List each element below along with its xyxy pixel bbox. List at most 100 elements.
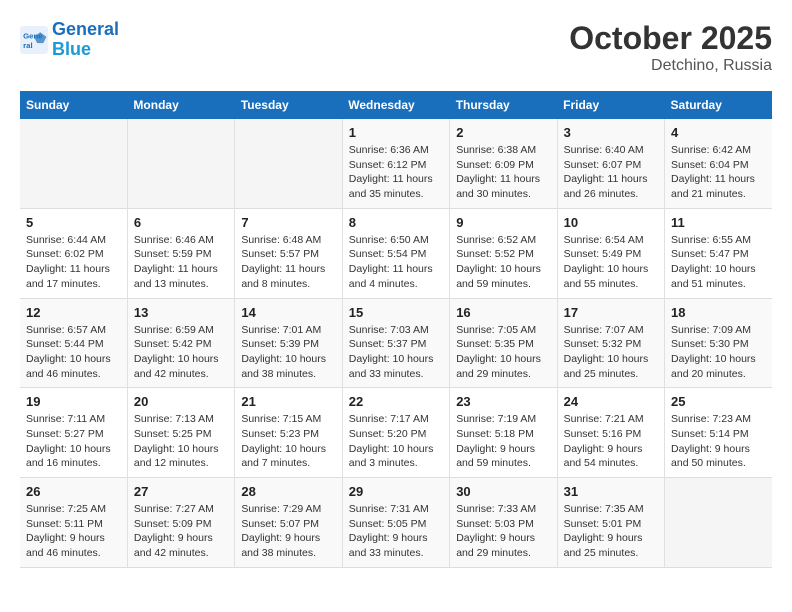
header-saturday: Saturday: [665, 91, 772, 119]
header-tuesday: Tuesday: [235, 91, 342, 119]
page-header: Gene ral General Blue October 2025 Detch…: [20, 20, 772, 75]
calendar-day-cell: 18 Sunrise: 7:09 AMSunset: 5:30 PMDayligh…: [665, 298, 772, 388]
logo: Gene ral General Blue: [20, 20, 119, 60]
day-info: Sunrise: 6:55 AMSunset: 5:47 PMDaylight:…: [671, 233, 766, 292]
day-number: 30: [456, 484, 550, 499]
calendar-day-cell: 31 Sunrise: 7:35 AMSunset: 5:01 PMDayligh…: [557, 478, 664, 568]
header-wednesday: Wednesday: [342, 91, 449, 119]
day-number: 12: [26, 305, 121, 320]
day-info: Sunrise: 7:23 AMSunset: 5:14 PMDaylight:…: [671, 412, 766, 471]
calendar-week-row: 26Sunrise: 7:25 AMSunset: 5:11 PMDayligh…: [20, 478, 772, 568]
calendar-day-cell: 28 Sunrise: 7:29 AMSunset: 5:07 PMDayligh…: [235, 478, 342, 568]
calendar-day-cell: 21 Sunrise: 7:15 AMSunset: 5:23 PMDayligh…: [235, 388, 342, 478]
calendar-header: Sunday Monday Tuesday Wednesday Thursday…: [20, 91, 772, 119]
day-number: 20: [134, 394, 228, 409]
day-info: Sunrise: 7:03 AMSunset: 5:37 PMDaylight:…: [349, 323, 443, 382]
day-number: 15: [349, 305, 443, 320]
calendar-day-cell: 1Sunrise: 6:36 AMSunset: 6:12 PMDaylight…: [342, 119, 449, 208]
calendar-table: Sunday Monday Tuesday Wednesday Thursday…: [20, 91, 772, 568]
day-number: 7: [241, 215, 335, 230]
day-number: 16: [456, 305, 550, 320]
calendar-day-cell: 25 Sunrise: 7:23 AMSunset: 5:14 PMDayligh…: [665, 388, 772, 478]
day-info: Sunrise: 6:48 AMSunset: 5:57 PMDaylight:…: [241, 233, 335, 292]
day-number: 9: [456, 215, 550, 230]
svg-text:ral: ral: [23, 41, 33, 50]
header-sunday: Sunday: [20, 91, 127, 119]
day-number: 18: [671, 305, 766, 320]
day-number: 6: [134, 215, 228, 230]
day-number: 29: [349, 484, 443, 499]
day-info: Sunrise: 6:36 AMSunset: 6:12 PMDaylight:…: [349, 143, 443, 202]
day-number: 13: [134, 305, 228, 320]
calendar-day-cell: 22 Sunrise: 7:17 AMSunset: 5:20 PMDayligh…: [342, 388, 449, 478]
day-number: 26: [26, 484, 121, 499]
day-info: Sunrise: 7:01 AMSunset: 5:39 PMDaylight:…: [241, 323, 335, 382]
day-number: 10: [564, 215, 658, 230]
day-info: Sunrise: 7:19 AMSunset: 5:18 PMDaylight:…: [456, 412, 550, 471]
calendar-day-cell: [665, 478, 772, 568]
day-info: Sunrise: 7:07 AMSunset: 5:32 PMDaylight:…: [564, 323, 658, 382]
day-info: Sunrise: 6:44 AMSunset: 6:02 PMDaylight:…: [26, 233, 121, 292]
calendar-day-cell: 9 Sunrise: 6:52 AMSunset: 5:52 PMDaylight…: [450, 208, 557, 298]
calendar-day-cell: 16Sunrise: 7:05 AMSunset: 5:35 PMDayligh…: [450, 298, 557, 388]
day-number: 22: [349, 394, 443, 409]
day-info: Sunrise: 7:27 AMSunset: 5:09 PMDaylight:…: [134, 502, 228, 561]
month-year-title: October 2025: [569, 20, 772, 57]
calendar-day-cell: 24Sunrise: 7:21 AMSunset: 5:16 PMDayligh…: [557, 388, 664, 478]
day-info: Sunrise: 7:33 AMSunset: 5:03 PMDaylight:…: [456, 502, 550, 561]
day-info: Sunrise: 7:29 AMSunset: 5:07 PMDaylight:…: [241, 502, 335, 561]
day-info: Sunrise: 6:57 AMSunset: 5:44 PMDaylight:…: [26, 323, 121, 382]
day-info: Sunrise: 7:11 AMSunset: 5:27 PMDaylight:…: [26, 412, 121, 471]
day-number: 25: [671, 394, 766, 409]
day-number: 31: [564, 484, 658, 499]
calendar-day-cell: 17 Sunrise: 7:07 AMSunset: 5:32 PMDayligh…: [557, 298, 664, 388]
header-thursday: Thursday: [450, 91, 557, 119]
calendar-day-cell: [20, 119, 127, 208]
day-number: 23: [456, 394, 550, 409]
day-number: 21: [241, 394, 335, 409]
calendar-day-cell: 12 Sunrise: 6:57 AMSunset: 5:44 PMDayligh…: [20, 298, 127, 388]
day-number: 17: [564, 305, 658, 320]
calendar-day-cell: 8Sunrise: 6:50 AMSunset: 5:54 PMDaylight…: [342, 208, 449, 298]
day-info: Sunrise: 6:46 AMSunset: 5:59 PMDaylight:…: [134, 233, 228, 292]
calendar-day-cell: 10Sunrise: 6:54 AMSunset: 5:49 PMDayligh…: [557, 208, 664, 298]
calendar-day-cell: 19 Sunrise: 7:11 AMSunset: 5:27 PMDayligh…: [20, 388, 127, 478]
calendar-day-cell: 3 Sunrise: 6:40 AMSunset: 6:07 PMDaylight…: [557, 119, 664, 208]
calendar-week-row: 1Sunrise: 6:36 AMSunset: 6:12 PMDaylight…: [20, 119, 772, 208]
calendar-day-cell: 6 Sunrise: 6:46 AMSunset: 5:59 PMDaylight…: [127, 208, 234, 298]
calendar-day-cell: 26Sunrise: 7:25 AMSunset: 5:11 PMDayligh…: [20, 478, 127, 568]
calendar-day-cell: 7 Sunrise: 6:48 AMSunset: 5:57 PMDaylight…: [235, 208, 342, 298]
day-info: Sunrise: 7:15 AMSunset: 5:23 PMDaylight:…: [241, 412, 335, 471]
day-number: 19: [26, 394, 121, 409]
header-row: Sunday Monday Tuesday Wednesday Thursday…: [20, 91, 772, 119]
location-subtitle: Detchino, Russia: [569, 57, 772, 75]
day-info: Sunrise: 6:52 AMSunset: 5:52 PMDaylight:…: [456, 233, 550, 292]
header-monday: Monday: [127, 91, 234, 119]
day-number: 8: [349, 215, 443, 230]
day-info: Sunrise: 7:09 AMSunset: 5:30 PMDaylight:…: [671, 323, 766, 382]
logo-text: General Blue: [52, 20, 119, 60]
day-number: 2: [456, 125, 550, 140]
calendar-day-cell: 15 Sunrise: 7:03 AMSunset: 5:37 PMDayligh…: [342, 298, 449, 388]
calendar-day-cell: 29Sunrise: 7:31 AMSunset: 5:05 PMDayligh…: [342, 478, 449, 568]
day-info: Sunrise: 6:38 AMSunset: 6:09 PMDaylight:…: [456, 143, 550, 202]
day-number: 11: [671, 215, 766, 230]
day-number: 5: [26, 215, 121, 230]
day-info: Sunrise: 7:17 AMSunset: 5:20 PMDaylight:…: [349, 412, 443, 471]
day-info: Sunrise: 6:40 AMSunset: 6:07 PMDaylight:…: [564, 143, 658, 202]
day-info: Sunrise: 6:59 AMSunset: 5:42 PMDaylight:…: [134, 323, 228, 382]
calendar-week-row: 12 Sunrise: 6:57 AMSunset: 5:44 PMDayligh…: [20, 298, 772, 388]
calendar-day-cell: [127, 119, 234, 208]
day-number: 24: [564, 394, 658, 409]
calendar-day-cell: 13 Sunrise: 6:59 AMSunset: 5:42 PMDayligh…: [127, 298, 234, 388]
calendar-week-row: 5 Sunrise: 6:44 AMSunset: 6:02 PMDaylight…: [20, 208, 772, 298]
calendar-body: 1Sunrise: 6:36 AMSunset: 6:12 PMDaylight…: [20, 119, 772, 567]
calendar-day-cell: 4Sunrise: 6:42 AMSunset: 6:04 PMDaylight…: [665, 119, 772, 208]
day-number: 3: [564, 125, 658, 140]
day-info: Sunrise: 7:35 AMSunset: 5:01 PMDaylight:…: [564, 502, 658, 561]
day-info: Sunrise: 7:13 AMSunset: 5:25 PMDaylight:…: [134, 412, 228, 471]
calendar-day-cell: 20 Sunrise: 7:13 AMSunset: 5:25 PMDayligh…: [127, 388, 234, 478]
day-number: 28: [241, 484, 335, 499]
header-friday: Friday: [557, 91, 664, 119]
title-block: October 2025 Detchino, Russia: [569, 20, 772, 75]
